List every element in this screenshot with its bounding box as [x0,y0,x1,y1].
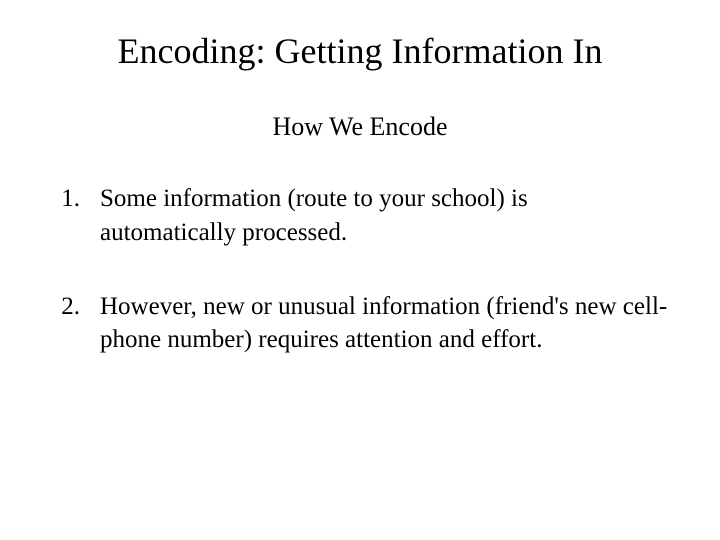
list-text: Some information (route to your school) … [100,182,670,250]
list-item: 2. However, new or unusual information (… [50,290,670,358]
list-number: 2. [50,290,100,324]
list-item: 1. Some information (route to your schoo… [50,182,670,250]
slide-title: Encoding: Getting Information In [50,30,670,72]
list-number: 1. [50,182,100,216]
slide-subtitle: How We Encode [50,112,670,142]
list-text: However, new or unusual information (fri… [100,290,670,358]
content-list: 1. Some information (route to your schoo… [50,182,670,357]
